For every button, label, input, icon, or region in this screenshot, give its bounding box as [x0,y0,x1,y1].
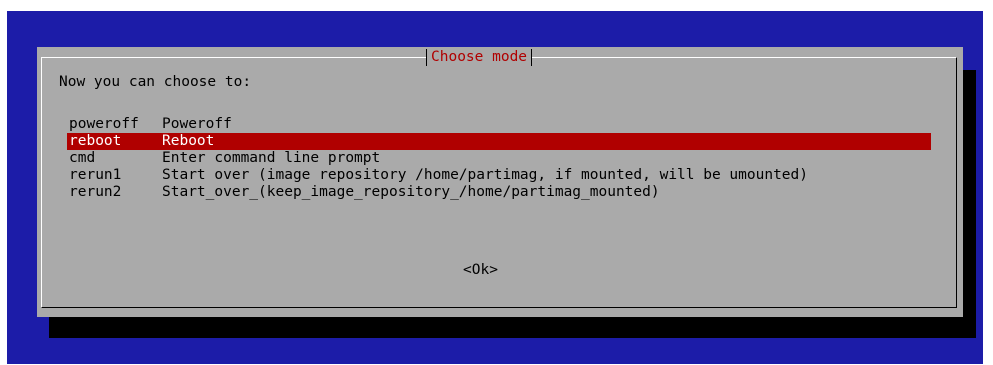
dialog-prompt: Now you can choose to: [59,74,252,90]
menu-item-description: Start over (image repository /home/parti… [162,167,809,183]
ok-button[interactable]: <Ok> [463,261,498,279]
mode-menu: poweroff Poweroff reboot Reboot cmd Ente… [67,116,931,201]
menu-item-tag: poweroff [69,116,139,132]
menu-item-tag: cmd [69,150,96,166]
menu-item-rerun1[interactable]: rerun1 Start over (image repository /hom… [67,167,931,184]
menu-item-tag: rerun2 [69,184,122,200]
dialog-title: Choose mode [426,49,533,66]
menu-item-poweroff[interactable]: poweroff Poweroff [67,116,931,133]
menu-item-cmd[interactable]: cmd Enter command line prompt [67,150,931,167]
menu-item-description: Reboot [162,133,215,149]
menu-item-reboot[interactable]: reboot Reboot [67,133,931,150]
menu-item-description: Start_over_(keep_image_repository_/home/… [162,184,660,200]
menu-item-description: Enter command line prompt [162,150,381,166]
menu-item-tag: rerun1 [69,167,122,183]
menu-item-rerun2[interactable]: rerun2 Start_over_(keep_image_repository… [67,184,931,201]
menu-item-tag: reboot [69,133,122,149]
menu-item-description: Poweroff [162,116,232,132]
choose-mode-dialog: Choose mode Now you can choose to: power… [37,47,963,317]
